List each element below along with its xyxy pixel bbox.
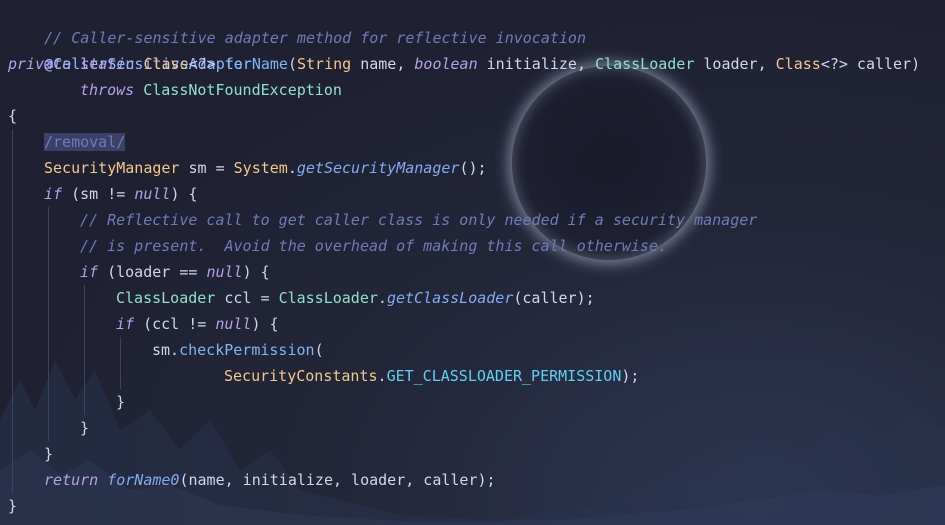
type-name: SecurityConstants [224, 367, 378, 385]
code-line-5[interactable]: { [8, 103, 17, 129]
brace: } [8, 497, 18, 515]
brace: } [80, 419, 90, 437]
brace: } [116, 393, 126, 411]
type-name: Class [775, 55, 821, 73]
punctuation: (); [459, 159, 487, 177]
keyword: null [134, 185, 171, 203]
punctuation: ) { [251, 315, 279, 333]
type-name: System [233, 159, 288, 177]
identifier: name, [351, 55, 415, 73]
code-line-20[interactable]: } [8, 493, 17, 519]
class-name: ClassNotFoundException [143, 81, 342, 99]
keyword: throws [80, 81, 144, 99]
punctuation: . [377, 367, 387, 385]
code-line-6[interactable]: /removal/ [8, 129, 126, 155]
identifier: <?> caller) [820, 55, 921, 73]
method-name: getSecurityManager [296, 159, 460, 177]
identifier: loader, [694, 55, 776, 73]
code-line-15[interactable]: SecurityConstants.GET_CLASSLOADER_PERMIS… [8, 363, 639, 389]
code-line-12[interactable]: ClassLoader ccl = ClassLoader.getClassLo… [8, 285, 595, 311]
keyword: boolean [414, 55, 478, 73]
code-line-8[interactable]: if (sm != null) { [8, 181, 198, 207]
code-line-11[interactable]: if (loader == null) { [8, 259, 270, 285]
constant: GET_CLASSLOADER_PERMISSION [386, 367, 622, 385]
type-name: SecurityManager [44, 159, 180, 177]
class-name: ClassLoader [595, 55, 695, 73]
code-line-2[interactable]: @CallerSensitiveAdapter [8, 25, 252, 73]
punctuation: <?> [188, 55, 225, 73]
keyword: if [44, 185, 63, 203]
comment: // is present. Avoid the overhead of mak… [80, 237, 667, 255]
code-line-1[interactable]: // Caller-sensitive adapter method for r… [8, 0, 586, 47]
punctuation: ); [621, 367, 640, 385]
class-name: ClassLoader [116, 289, 216, 307]
punctuation: ) { [242, 263, 270, 281]
code-line-4[interactable]: throws ClassNotFoundException [8, 77, 342, 103]
code-line-3[interactable]: private static Class<?> forName(String n… [8, 51, 920, 77]
identifier: sm. [152, 341, 180, 359]
class-name: ClassLoader [278, 289, 378, 307]
code-editor[interactable]: // Caller-sensitive adapter method for r… [0, 0, 945, 525]
punctuation: . [377, 289, 387, 307]
method-name: forName [224, 55, 288, 73]
code-line-18[interactable]: } [8, 441, 53, 467]
type-name: String [297, 55, 352, 73]
code-line-13[interactable]: if (ccl != null) { [8, 311, 279, 337]
keyword: return [44, 471, 108, 489]
keyword: if [116, 315, 135, 333]
keyword: private static [8, 55, 144, 73]
identifier: initialize, [477, 55, 596, 73]
method-name: forName0 [107, 471, 180, 489]
punctuation: . [287, 159, 297, 177]
code-line-7[interactable]: SecurityManager sm = System.getSecurityM… [8, 155, 487, 181]
code-line-9[interactable]: // Reflective call to get caller class i… [8, 207, 757, 233]
code-line-16[interactable]: } [8, 389, 125, 415]
type-name: Class [143, 55, 189, 73]
method-name: getClassLoader [386, 289, 514, 307]
code-line-19[interactable]: return forName0(name, initialize, loader… [8, 467, 496, 493]
identifier: (sm != [62, 185, 135, 203]
identifier: (ccl != [134, 315, 216, 333]
code-line-10[interactable]: // is present. Avoid the overhead of mak… [8, 233, 667, 259]
keyword: null [206, 263, 243, 281]
punctuation: (caller); [513, 289, 595, 307]
identifier: (loader == [98, 263, 207, 281]
brace: } [44, 445, 54, 463]
identifier: ccl = [215, 289, 279, 307]
punctuation: ( [314, 341, 324, 359]
comment: // Reflective call to get caller class i… [80, 211, 758, 229]
identifier: (name, initialize, loader, caller); [179, 471, 496, 489]
punctuation: ( [287, 55, 297, 73]
brace: { [8, 107, 18, 125]
code-line-17[interactable]: } [8, 415, 89, 441]
keyword: null [215, 315, 252, 333]
method-name: checkPermission [179, 341, 315, 359]
removal-marker: /removal/ [44, 133, 126, 151]
punctuation: ) { [170, 185, 198, 203]
identifier: sm = [179, 159, 234, 177]
code-line-14[interactable]: sm.checkPermission( [8, 337, 324, 363]
keyword: if [80, 263, 99, 281]
